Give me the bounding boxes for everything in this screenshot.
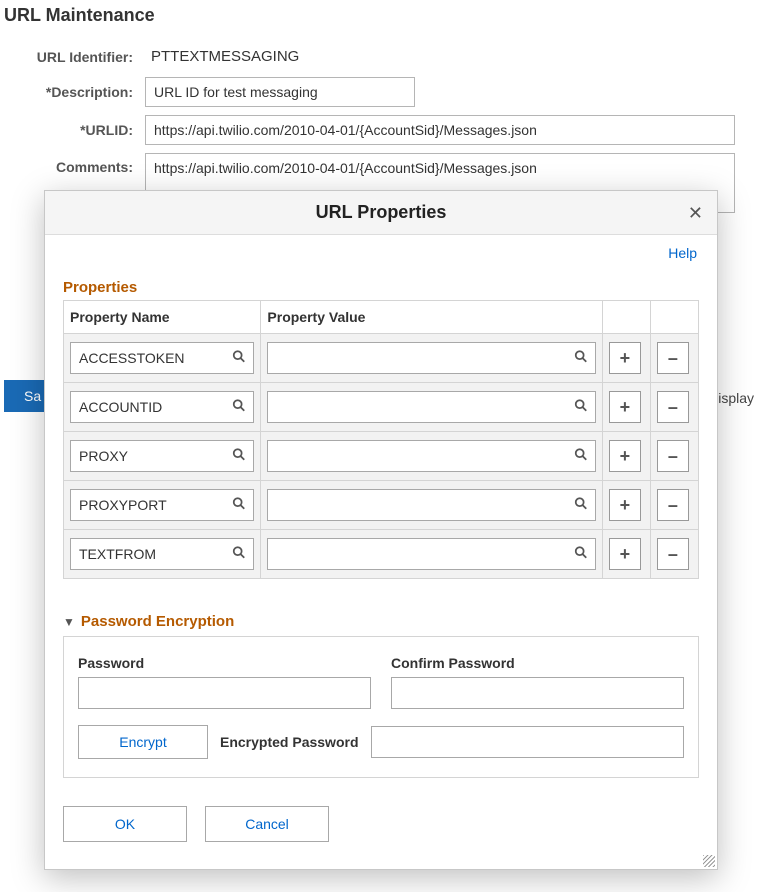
property-name-input[interactable] bbox=[70, 489, 254, 521]
modal-title: URL Properties bbox=[316, 202, 447, 223]
properties-table: Property Name Property Value +–+–+–+–+– bbox=[63, 300, 699, 579]
search-icon[interactable] bbox=[574, 399, 588, 416]
property-name-input[interactable] bbox=[70, 538, 254, 570]
close-icon[interactable]: ✕ bbox=[688, 203, 703, 224]
confirm-password-input[interactable] bbox=[391, 677, 684, 709]
col-header-add bbox=[602, 301, 650, 334]
encryption-header: Password Encryption bbox=[81, 613, 234, 630]
search-icon[interactable] bbox=[574, 497, 588, 514]
search-icon[interactable] bbox=[232, 497, 246, 514]
remove-row-button[interactable]: – bbox=[657, 489, 689, 521]
col-header-value: Property Value bbox=[261, 301, 603, 334]
encrypt-button[interactable]: Encrypt bbox=[78, 725, 208, 759]
add-row-button[interactable]: + bbox=[609, 391, 641, 423]
ok-button[interactable]: OK bbox=[63, 806, 187, 842]
col-header-name: Property Name bbox=[64, 301, 261, 334]
property-value-input[interactable] bbox=[267, 440, 596, 472]
property-value-input[interactable] bbox=[267, 342, 596, 374]
property-name-input[interactable] bbox=[70, 440, 254, 472]
chevron-down-icon[interactable]: ▼ bbox=[63, 615, 75, 629]
add-row-button[interactable]: + bbox=[609, 538, 641, 570]
col-header-remove bbox=[650, 301, 698, 334]
table-row: +– bbox=[64, 383, 699, 432]
remove-row-button[interactable]: – bbox=[657, 538, 689, 570]
search-icon[interactable] bbox=[574, 350, 588, 367]
table-row: +– bbox=[64, 334, 699, 383]
table-row: +– bbox=[64, 432, 699, 481]
label-password: Password bbox=[78, 655, 371, 671]
table-row: +– bbox=[64, 530, 699, 579]
search-icon[interactable] bbox=[232, 399, 246, 416]
encrypted-password-input[interactable] bbox=[371, 726, 685, 758]
resize-handle[interactable] bbox=[703, 855, 715, 867]
search-icon[interactable] bbox=[574, 448, 588, 465]
cancel-button[interactable]: Cancel bbox=[205, 806, 329, 842]
label-confirm-password: Confirm Password bbox=[391, 655, 684, 671]
property-value-input[interactable] bbox=[267, 391, 596, 423]
property-value-input[interactable] bbox=[267, 538, 596, 570]
password-input[interactable] bbox=[78, 677, 371, 709]
help-link[interactable]: Help bbox=[668, 245, 697, 261]
search-icon[interactable] bbox=[574, 546, 588, 563]
search-icon[interactable] bbox=[232, 350, 246, 367]
encryption-box: Password Confirm Password Encrypt Encryp… bbox=[63, 636, 699, 778]
search-icon[interactable] bbox=[232, 546, 246, 563]
remove-row-button[interactable]: – bbox=[657, 391, 689, 423]
properties-header: Properties bbox=[63, 279, 699, 296]
remove-row-button[interactable]: – bbox=[657, 440, 689, 472]
property-value-input[interactable] bbox=[267, 489, 596, 521]
property-name-input[interactable] bbox=[70, 342, 254, 374]
search-icon[interactable] bbox=[232, 448, 246, 465]
label-encrypted-password: Encrypted Password bbox=[220, 734, 359, 750]
table-row: +– bbox=[64, 481, 699, 530]
remove-row-button[interactable]: – bbox=[657, 342, 689, 374]
url-properties-modal: URL Properties ✕ Help Properties Propert… bbox=[44, 190, 718, 870]
property-name-input[interactable] bbox=[70, 391, 254, 423]
add-row-button[interactable]: + bbox=[609, 489, 641, 521]
add-row-button[interactable]: + bbox=[609, 440, 641, 472]
add-row-button[interactable]: + bbox=[609, 342, 641, 374]
